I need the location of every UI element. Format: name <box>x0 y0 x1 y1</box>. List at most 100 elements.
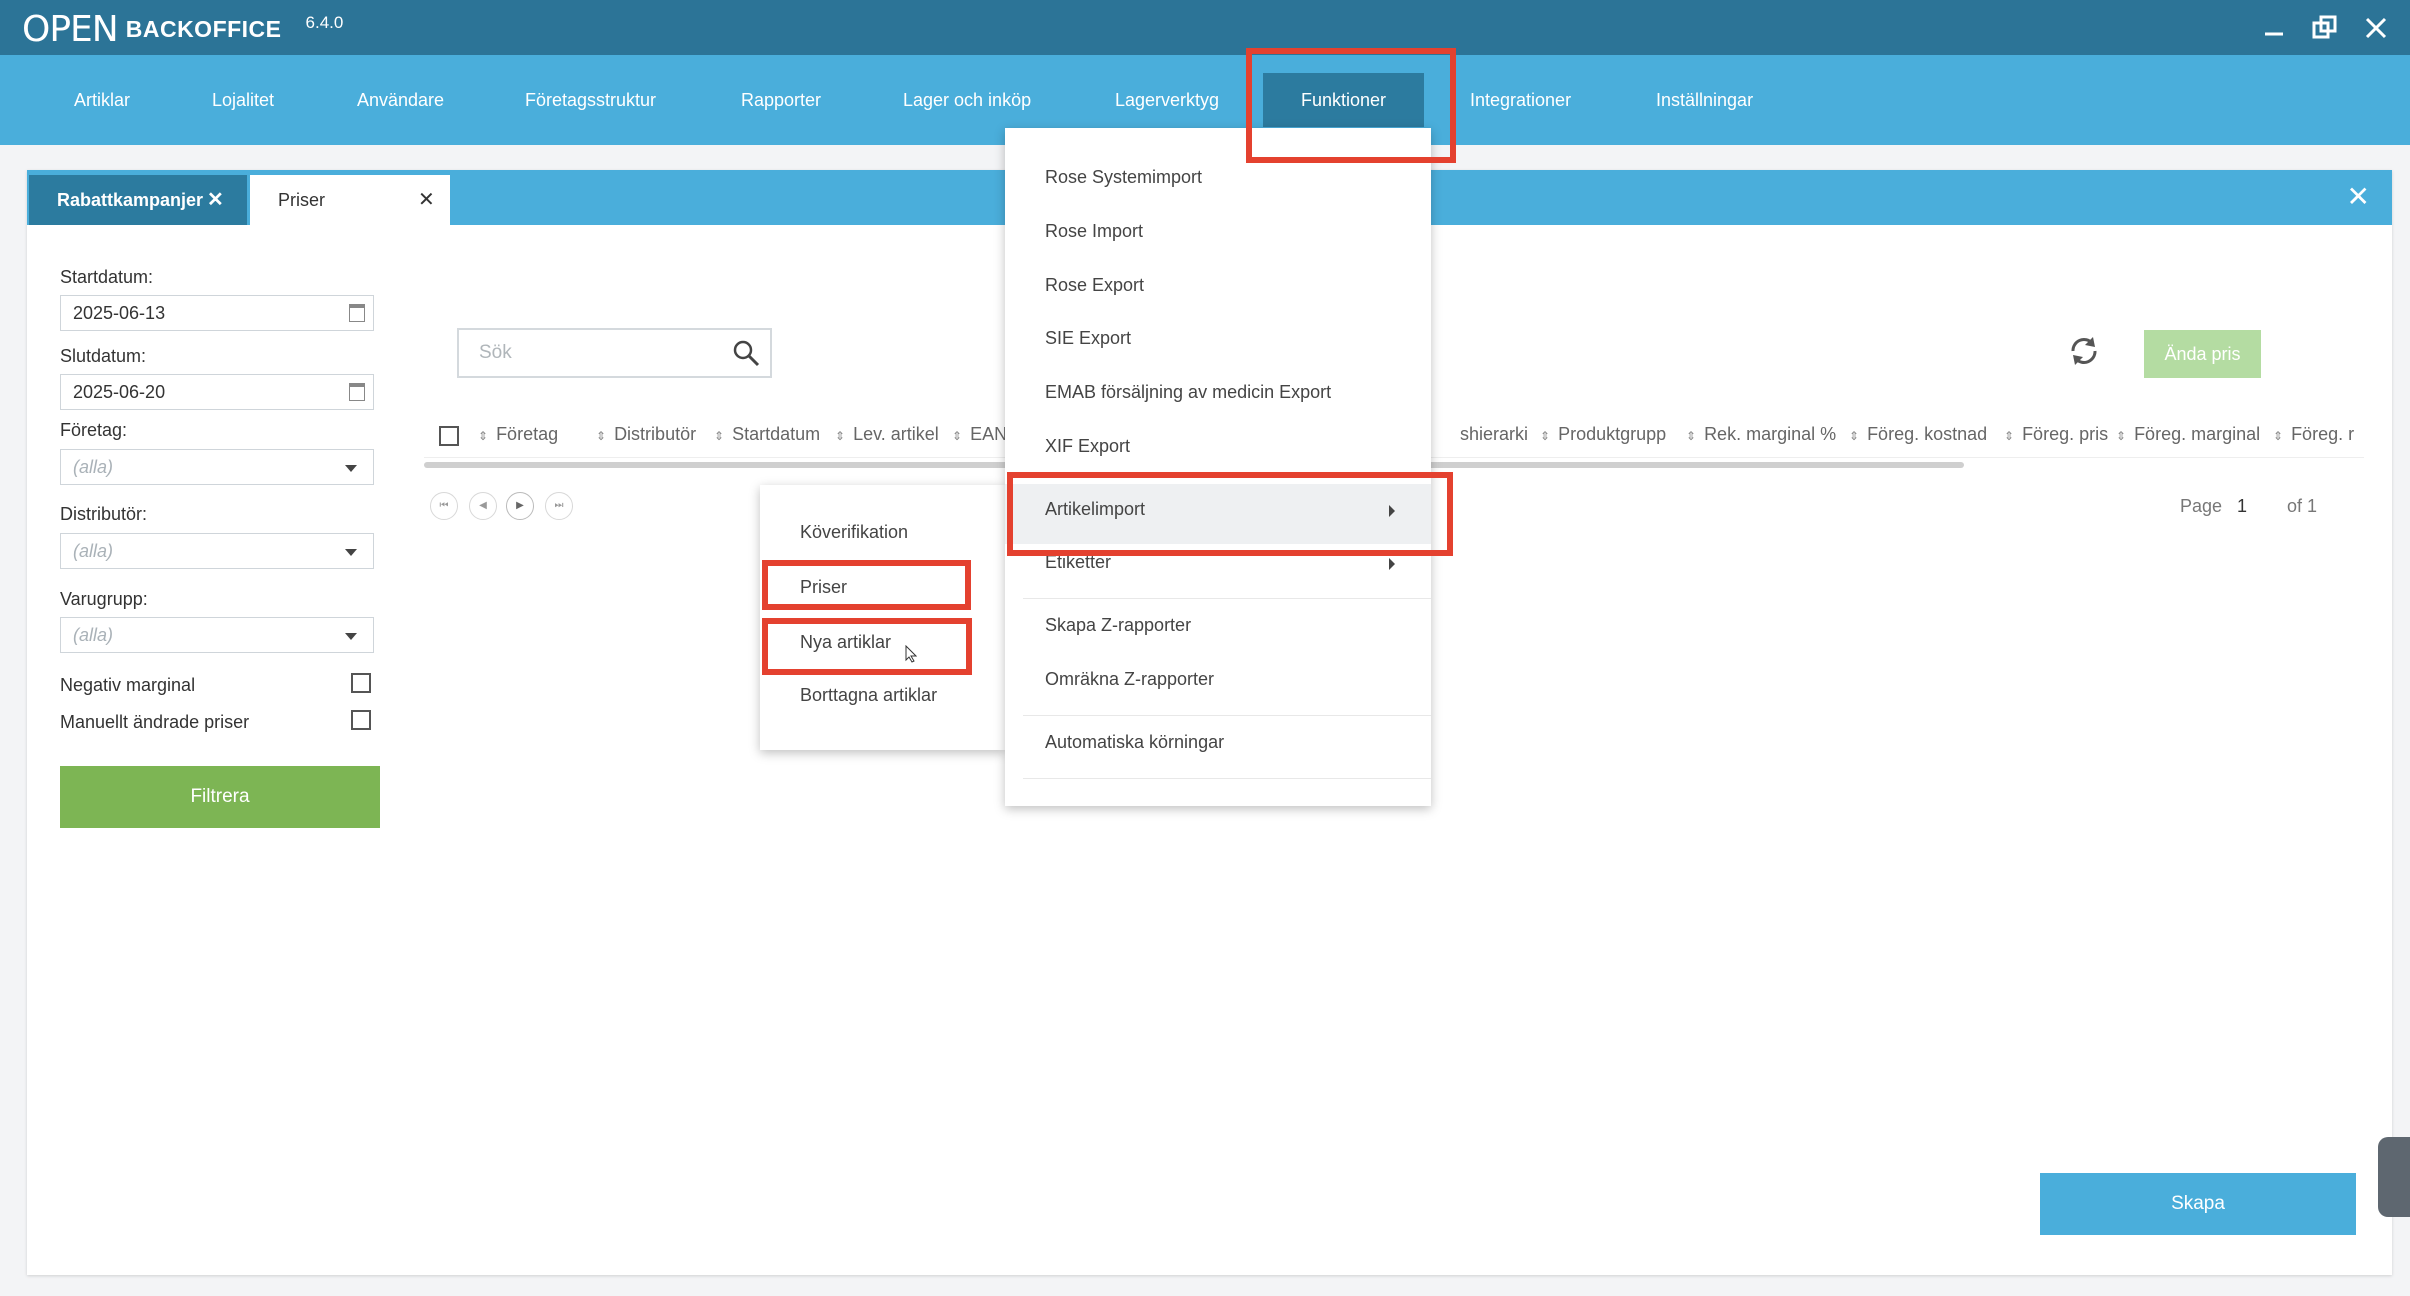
app-logo: OPEN BACKOFFICE 6.4.0 <box>22 8 343 50</box>
column-foreg-kostnad[interactable]: ⇕ Föreg. kostnad <box>1849 424 1987 445</box>
menu-divider <box>1023 715 1431 716</box>
calendar-icon[interactable] <box>349 304 365 322</box>
app-version: 6.4.0 <box>305 13 344 32</box>
end-date-input[interactable]: 2025-06-20 <box>60 374 374 410</box>
product-group-label: Varugrupp: <box>60 589 148 609</box>
negative-margin-checkbox[interactable] <box>351 673 371 693</box>
menu-rose-systemimport[interactable]: Rose Systemimport <box>1045 167 1202 188</box>
search-icon[interactable] <box>732 339 760 367</box>
manual-prices-label: Manuellt ändrade priser <box>60 712 250 732</box>
title-bar: OPEN BACKOFFICE 6.4.0 <box>0 0 2410 55</box>
menu-divider <box>1023 598 1431 599</box>
search-placeholder: Sök <box>479 342 512 363</box>
column-label: Produktgrupp <box>1558 424 1667 444</box>
company-value: (alla) <box>73 457 114 477</box>
column-foretag[interactable]: ⇕ Företag <box>478 424 558 445</box>
submenu-koverifikation[interactable]: Köverifikation <box>800 522 908 543</box>
product-group-value: (alla) <box>73 625 114 645</box>
close-panel-icon[interactable]: ✕ <box>2347 180 2370 213</box>
create-button[interactable]: Skapa <box>2040 1173 2356 1235</box>
negative-margin-label: Negativ marginal <box>60 675 196 695</box>
filter-button[interactable]: Filtrera <box>60 766 380 828</box>
logo-text: BACKOFFICE <box>125 15 282 42</box>
prev-page-icon[interactable]: ◀ <box>469 492 497 520</box>
close-icon[interactable]: ✕ <box>207 175 224 225</box>
end-date-value: 2025-06-20 <box>73 382 166 402</box>
column-ean[interactable]: ⇕ EAN <box>952 424 1007 445</box>
menu-integrationer[interactable]: Integrationer <box>1470 55 1571 145</box>
menu-anvandare[interactable]: Användare <box>357 55 444 145</box>
menu-skapa-z-rapporter[interactable]: Skapa Z-rapporter <box>1045 615 1191 636</box>
menu-foretagsstruktur[interactable]: Företagsstruktur <box>525 55 656 145</box>
first-page-icon[interactable]: ⏮ <box>430 492 458 520</box>
tab-rabattkampanjer[interactable]: Rabattkampanjer ✕ <box>29 175 247 225</box>
menu-sie-export[interactable]: SIE Export <box>1045 328 1131 349</box>
search-input[interactable]: Sök <box>457 328 772 378</box>
column-label: EAN <box>970 424 1008 444</box>
annotation-artikelimport <box>1007 472 1453 556</box>
column-label: Föreg. kostnad <box>1867 424 1988 444</box>
close-icon[interactable]: ✕ <box>418 175 435 225</box>
sort-icon: ⇕ <box>714 429 725 443</box>
manual-prices-checkbox[interactable] <box>351 710 371 730</box>
start-date-value: 2025-06-13 <box>73 303 166 323</box>
column-label: Företag <box>496 424 559 444</box>
column-foreg-marginal[interactable]: ⇕ Föreg. marginal <box>2116 424 2260 445</box>
menu-lojalitet[interactable]: Lojalitet <box>212 55 274 145</box>
product-group-select[interactable]: (alla) <box>60 617 374 653</box>
menu-rapporter[interactable]: Rapporter <box>741 55 821 145</box>
logo-mark: OPEN <box>22 8 119 50</box>
column-rek-marginal[interactable]: ⇕ Rek. marginal % <box>1686 424 1836 445</box>
close-window-icon[interactable] <box>2354 8 2398 48</box>
menu-omrakna-z-rapporter[interactable]: Omräkna Z-rapporter <box>1045 669 1214 690</box>
calendar-icon[interactable] <box>349 383 365 401</box>
column-distributor[interactable]: ⇕ Distributör <box>596 424 696 445</box>
column-label: Föreg. marginal <box>2134 424 2261 444</box>
next-page-icon[interactable]: ▶ <box>506 492 534 520</box>
change-price-button[interactable]: Ända pris <box>2144 330 2261 378</box>
column-foreg-pris[interactable]: ⇕ Föreg. pris <box>2004 424 2108 445</box>
chevron-down-icon <box>345 633 357 640</box>
page-current[interactable]: 1 <box>2237 496 2247 517</box>
sort-icon: ⇕ <box>2116 429 2127 443</box>
sort-icon: ⇕ <box>835 429 846 443</box>
menu-rose-export[interactable]: Rose Export <box>1045 275 1144 296</box>
menu-automatiska-korningar[interactable]: Automatiska körningar <box>1045 732 1224 753</box>
distributor-select[interactable]: (alla) <box>60 533 374 569</box>
sort-icon: ⇕ <box>2273 429 2284 443</box>
column-foreg-r[interactable]: ⇕ Föreg. r <box>2273 424 2354 445</box>
menu-emab-export[interactable]: EMAB försäljning av medicin Export <box>1045 382 1331 403</box>
column-produktgrupp[interactable]: ⇕ Produktgrupp <box>1540 424 1666 445</box>
column-lev-artikel[interactable]: ⇕ Lev. artikel <box>835 424 939 445</box>
start-date-label: Startdatum: <box>60 267 154 287</box>
annotation-nya-artiklar <box>762 618 972 675</box>
tab-priser[interactable]: Priser ✕ <box>250 175 450 225</box>
chevron-down-icon <box>345 549 357 556</box>
column-hierarki[interactable]: shierarki <box>1460 424 1528 445</box>
company-label: Företag: <box>60 420 128 440</box>
refresh-icon[interactable] <box>2065 332 2103 370</box>
minimize-icon[interactable] <box>2252 8 2296 48</box>
restore-icon[interactable] <box>2303 8 2347 48</box>
menu-xif-export[interactable]: XIF Export <box>1045 436 1130 457</box>
menu-artiklar[interactable]: Artiklar <box>74 55 130 145</box>
funktioner-dropdown: Rose Systemimport Rose Import Rose Expor… <box>1005 128 1431 806</box>
sort-icon: ⇕ <box>596 429 607 443</box>
tab-label: Priser <box>278 190 326 210</box>
start-date-input[interactable]: 2025-06-13 <box>60 295 374 331</box>
distributor-label: Distributör: <box>60 504 148 524</box>
menu-installningar[interactable]: Inställningar <box>1656 55 1753 145</box>
side-widget[interactable] <box>2378 1137 2410 1217</box>
company-select[interactable]: (alla) <box>60 449 374 485</box>
sort-icon: ⇕ <box>1540 429 1551 443</box>
submenu-borttagna-artiklar[interactable]: Borttagna artiklar <box>800 685 937 706</box>
select-all-checkbox[interactable] <box>439 426 459 446</box>
page-total: of 1 <box>2287 496 2318 516</box>
last-page-icon[interactable]: ⏭ <box>545 492 573 520</box>
chevron-down-icon <box>345 465 357 472</box>
menu-rose-import[interactable]: Rose Import <box>1045 221 1143 242</box>
tab-label: Rabattkampanjer <box>57 190 204 210</box>
column-label: Föreg. pris <box>2022 424 2109 444</box>
page-label: Page <box>2180 496 2223 516</box>
column-startdatum[interactable]: ⇕ Startdatum <box>714 424 820 445</box>
